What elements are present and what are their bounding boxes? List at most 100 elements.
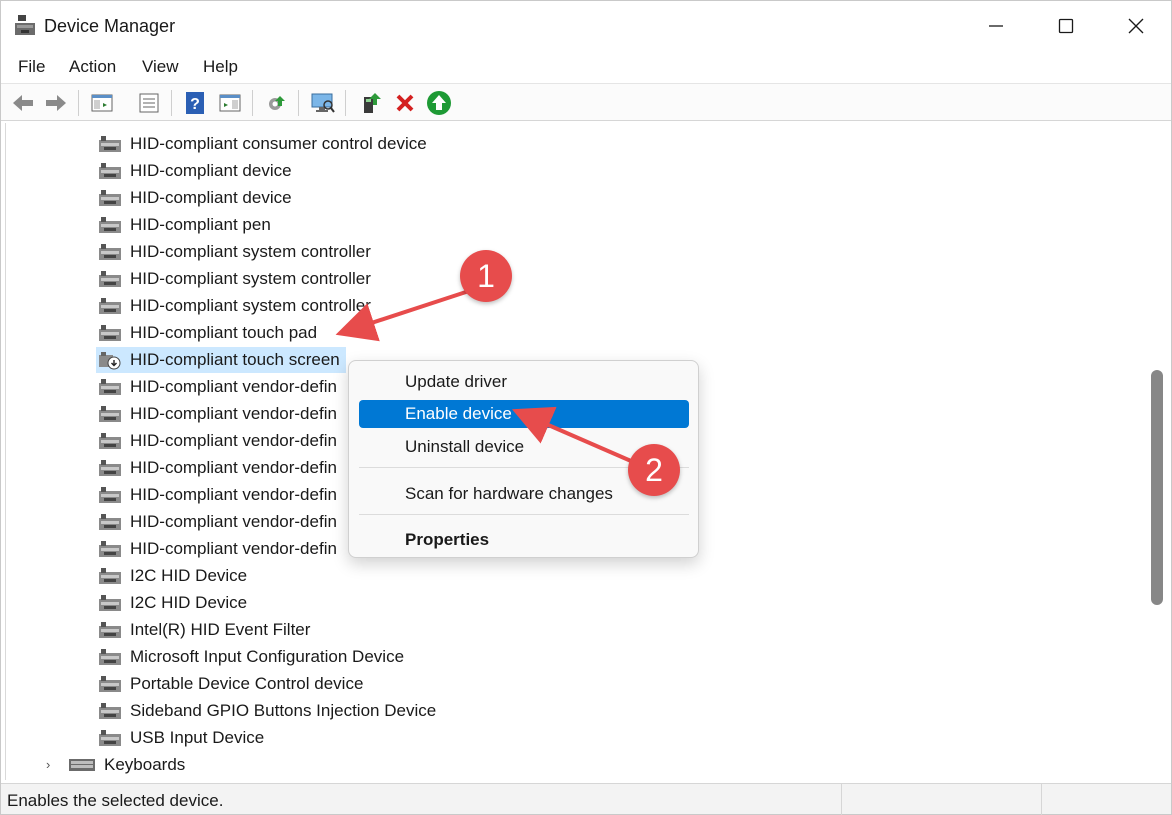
help-button[interactable]: ? xyxy=(182,90,208,116)
title-bar: Device Manager xyxy=(1,1,1171,51)
svg-text:?: ? xyxy=(190,96,200,113)
tree-item-label: HID-compliant device xyxy=(130,188,292,207)
tree-item[interactable]: Microsoft Input Configuration Device xyxy=(96,644,404,670)
hid-device-icon xyxy=(99,433,121,449)
tree-item[interactable]: HID-compliant device xyxy=(96,185,292,211)
forward-button[interactable] xyxy=(43,90,69,116)
hid-device-icon xyxy=(99,271,121,287)
tree-item-label: HID-compliant touch pad xyxy=(130,323,318,342)
vertical-scrollbar[interactable] xyxy=(1148,123,1170,780)
uninstall-device-toolbar-button[interactable] xyxy=(392,90,418,116)
tree-item[interactable]: HID-compliant system controller xyxy=(96,293,371,319)
tree-item[interactable]: HID-compliant system controller xyxy=(96,266,371,292)
tree-item[interactable]: Intel(R) HID Event Filter xyxy=(96,617,310,643)
tree-item-label: HID-compliant vendor-defin xyxy=(130,404,337,423)
annotation-callout-2: 2 xyxy=(628,444,680,496)
tree-item[interactable]: HID-compliant touch pad xyxy=(96,320,317,346)
hid-device-icon xyxy=(99,649,121,665)
tree-item-label: HID-compliant vendor-defin xyxy=(130,431,337,450)
show-action-pane-button[interactable] xyxy=(217,90,243,116)
hid-device-icon xyxy=(99,676,121,692)
enable-device-toolbar-button[interactable] xyxy=(359,90,385,116)
forward-arrow-icon xyxy=(46,95,66,111)
tree-item[interactable]: I2C HID Device xyxy=(96,563,247,589)
uninstall-device-icon xyxy=(396,94,414,112)
touch-screen-disabled-icon xyxy=(99,352,121,370)
tree-item[interactable]: HID-compliant consumer control device xyxy=(96,131,427,157)
toolbar: ? xyxy=(1,83,1171,121)
hid-device-icon xyxy=(99,730,121,746)
enable-green-arrow-icon xyxy=(427,91,451,115)
hid-device-icon xyxy=(99,622,121,638)
tree-item[interactable]: I2C HID Device xyxy=(96,590,247,616)
help-icon: ? xyxy=(186,92,204,114)
hid-device-icon xyxy=(99,541,121,557)
tree-item-label: Intel(R) HID Event Filter xyxy=(130,620,311,639)
close-button[interactable] xyxy=(1101,1,1171,51)
tree-category-label: Keyboards xyxy=(104,755,186,774)
tree-item-selected[interactable]: HID-compliant touch screen xyxy=(96,347,346,373)
device-manager-icon xyxy=(15,15,35,35)
hid-device-icon xyxy=(99,244,121,260)
tree-item-label: HID-compliant system controller xyxy=(130,242,371,261)
hid-device-icon xyxy=(99,406,121,422)
tree-item-label: HID-compliant system controller xyxy=(130,269,371,288)
maximize-button[interactable] xyxy=(1031,1,1101,51)
hid-device-icon xyxy=(99,163,121,179)
tree-item-label: HID-compliant consumer control device xyxy=(130,134,427,153)
tree-item-label: HID-compliant device xyxy=(130,161,292,180)
update-driver-button[interactable] xyxy=(264,90,290,116)
back-button[interactable] xyxy=(10,90,36,116)
tree-item[interactable]: HID-compliant system controller xyxy=(96,239,371,265)
tree-item[interactable]: Portable Device Control device xyxy=(96,671,363,697)
hid-device-icon xyxy=(99,514,121,530)
show-hide-console-tree-icon xyxy=(91,94,113,112)
tree-item-label: Microsoft Input Configuration Device xyxy=(130,647,405,666)
tree-category-keyboards[interactable]: Keyboards xyxy=(66,752,185,778)
properties-icon xyxy=(139,93,159,113)
hid-device-icon xyxy=(99,190,121,206)
status-bar: Enables the selected device. xyxy=(1,783,1171,815)
tree-item[interactable]: Sideband GPIO Buttons Injection Device xyxy=(96,698,436,724)
menu-action[interactable]: Action xyxy=(69,57,116,77)
menu-view[interactable]: View xyxy=(142,57,179,77)
tree-item[interactable]: HID-compliant vendor-defin xyxy=(96,455,337,481)
show-action-pane-icon xyxy=(219,94,241,112)
minimize-button[interactable] xyxy=(961,1,1031,51)
hid-device-icon xyxy=(99,217,121,233)
expand-chevron-icon[interactable]: › xyxy=(46,757,50,772)
close-icon xyxy=(1128,18,1144,34)
tree-item-label: I2C HID Device xyxy=(130,593,248,612)
tree-item[interactable]: HID-compliant vendor-defin xyxy=(96,428,337,454)
menu-help[interactable]: Help xyxy=(203,57,238,77)
tree-item-label: HID-compliant vendor-defin xyxy=(130,377,337,396)
tree-item[interactable]: HID-compliant vendor-defin xyxy=(96,509,337,535)
tree-item[interactable]: HID-compliant vendor-defin xyxy=(96,482,337,508)
show-hide-console-tree-button[interactable] xyxy=(89,90,115,116)
scan-hardware-button[interactable] xyxy=(310,90,336,116)
device-manager-window: Device Manager File Action View Help ? H… xyxy=(0,0,1172,815)
tree-item-label: HID-compliant touch screen xyxy=(130,350,340,369)
hid-device-icon xyxy=(99,568,121,584)
menu-update-driver[interactable]: Update driver xyxy=(359,368,689,396)
keyboard-icon xyxy=(69,759,95,771)
enable-green-arrow-button[interactable] xyxy=(426,90,452,116)
tree-item[interactable]: HID-compliant vendor-defin xyxy=(96,374,337,400)
tree-item[interactable]: USB Input Device xyxy=(96,725,264,751)
properties-button[interactable] xyxy=(136,90,162,116)
tree-item-label: Portable Device Control device xyxy=(130,674,364,693)
tree-item[interactable]: HID-compliant pen xyxy=(96,212,271,238)
tree-item-label: USB Input Device xyxy=(130,728,265,747)
tree-item[interactable]: HID-compliant vendor-defin xyxy=(96,536,337,562)
menu-enable-device[interactable]: Enable device xyxy=(359,400,689,428)
hid-device-icon xyxy=(99,325,121,341)
tree-item-label: HID-compliant system controller xyxy=(130,296,371,315)
menu-file[interactable]: File xyxy=(18,57,45,77)
tree-item[interactable]: HID-compliant vendor-defin xyxy=(96,401,337,427)
hid-device-icon xyxy=(99,595,121,611)
menu-properties[interactable]: Properties xyxy=(359,526,689,554)
scrollbar-thumb[interactable] xyxy=(1151,370,1163,605)
tree-item[interactable]: HID-compliant device xyxy=(96,158,292,184)
tree-item-label: HID-compliant pen xyxy=(130,215,271,234)
tree-item-label: HID-compliant vendor-defin xyxy=(130,512,337,531)
